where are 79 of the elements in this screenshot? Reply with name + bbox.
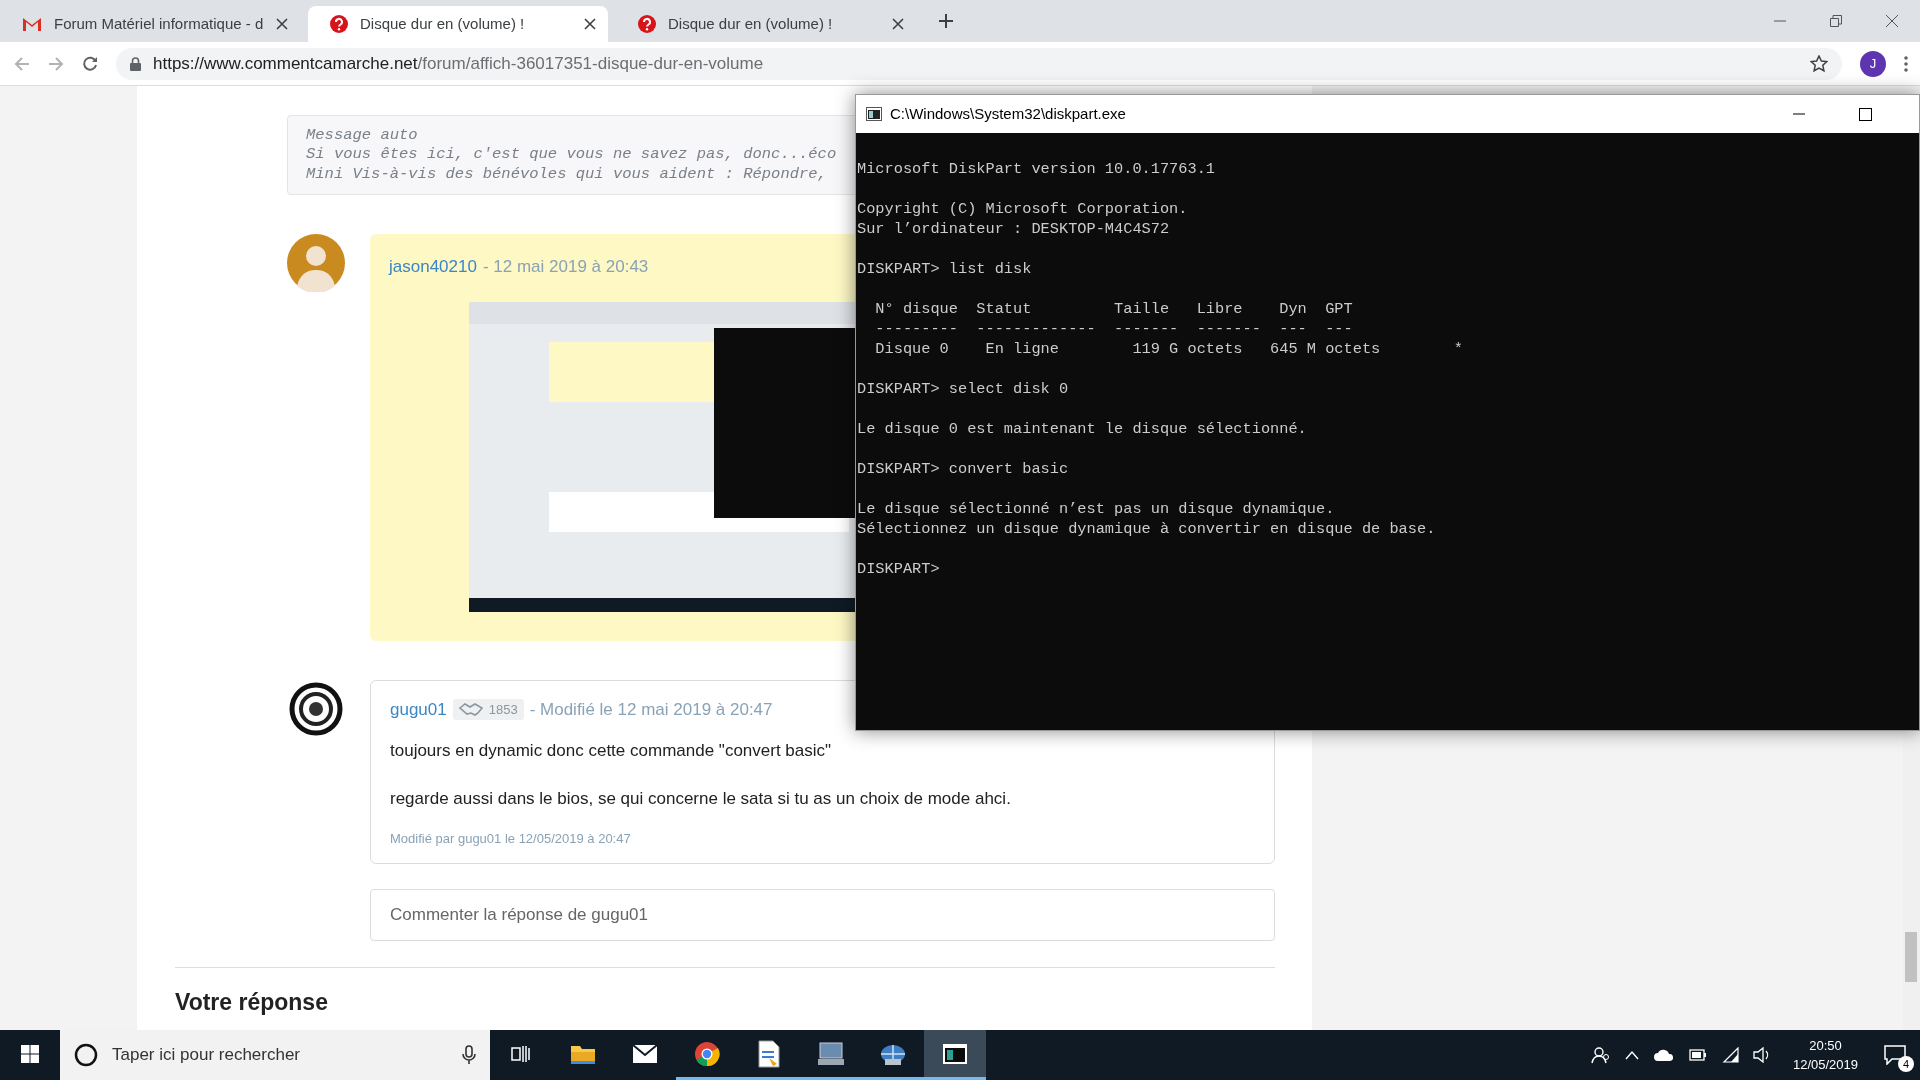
console-line: Sélectionnez un disque dynamique à convertir en disque de base.	[857, 519, 1437, 539]
author-link[interactable]: jason40210	[389, 254, 477, 280]
console-line: Disque 0 En ligne 119 G octets 645 M octets *	[874, 339, 1464, 359]
url-text: https://www.commentcamarche.net/forum/affich-36017351-disque-dur-en-volume	[153, 52, 764, 75]
edit-note: Modifié par gugu01 le 12/05/2019 à 20:47	[390, 830, 632, 849]
tab-title: Forum Matériel informatique - d	[54, 13, 264, 34]
console-line: Le disque 0 est maintenant le disque sélectionné.	[857, 419, 1308, 439]
monitor-icon	[817, 1040, 845, 1067]
menu-button[interactable]	[1904, 55, 1908, 72]
maximize-icon	[1858, 107, 1872, 121]
close-icon[interactable]	[892, 18, 904, 30]
console-line: Sur l’ordinateur : DESKTOP-M4C4S72	[857, 219, 1171, 239]
close-icon[interactable]	[584, 18, 596, 30]
post-date: - Modifié le 12 mai 2019 à 20:47	[529, 698, 773, 721]
question-icon	[330, 15, 348, 33]
cloud-icon[interactable]	[1652, 1048, 1675, 1062]
reload-icon	[82, 55, 98, 72]
console-line: DISKPART> list disk	[857, 259, 1033, 279]
clock-time: 20:50	[1809, 1036, 1842, 1055]
tab-title: Disque dur en (volume) !	[668, 13, 834, 34]
question-icon	[638, 15, 656, 33]
close-icon	[1886, 15, 1898, 27]
console-line: DISKPART> convert basic	[857, 459, 1070, 479]
profile-avatar[interactable]: J	[1860, 50, 1886, 77]
clock-date: 12/05/2019	[1792, 1056, 1858, 1074]
console-icon	[942, 1042, 968, 1065]
notification-badge: 4	[1898, 1056, 1914, 1072]
battery-icon[interactable]	[1688, 1049, 1707, 1061]
post-paragraph: regarde aussi dans le bios, se qui concerne le sata si tu as un choix de mode ahci.	[390, 787, 1012, 810]
circle-logo-icon	[694, 1040, 720, 1067]
people-icon[interactable]	[1590, 1046, 1611, 1064]
mail-icon	[22, 16, 42, 32]
browser-tab[interactable]: Disque dur en (volume) !	[616, 6, 916, 42]
plus-icon	[938, 13, 954, 29]
console-line: DISKPART> select disk 0	[857, 379, 1070, 399]
window-title: C:\Windows\System32\diskpart.exe	[890, 103, 1127, 124]
browser-tab[interactable]: Forum Matériel informatique - d	[0, 6, 300, 42]
section-heading: Votre réponse	[175, 988, 329, 1017]
avatar	[287, 234, 345, 293]
clock[interactable]: 20:50 12/05/2019	[1784, 1035, 1866, 1075]
close-icon[interactable]	[276, 18, 288, 30]
new-tab-button[interactable]	[938, 13, 954, 29]
code-line: Mini Vis-à-vis des bénévoles qui vous aident : Répondre,	[306, 164, 827, 185]
post-date: - 12 mai 2019 à 20:43	[482, 256, 649, 279]
star-icon[interactable]	[1810, 54, 1828, 73]
microphone-icon	[462, 1045, 476, 1065]
forward-arrow-icon	[48, 55, 64, 72]
post-paragraph: toujours en dynamic donc cette commande "convert basic"	[390, 740, 833, 763]
console-line: Le disque sélectionné n’est pas un disque dynamique.	[857, 499, 1336, 519]
console-line: Microsoft DiskPart version 10.0.17763.1	[857, 159, 1216, 179]
windows-logo-icon	[21, 1044, 39, 1063]
document-icon	[757, 1039, 781, 1068]
restore-icon	[1830, 15, 1842, 27]
code-line: Si vous êtes ici, c'est que vous ne savez pas, donc...éco	[306, 145, 837, 165]
console-line: N° disque Statut Taille Libre Dyn GPT	[874, 299, 1354, 319]
tab-title: Disque dur en (volume) !	[360, 13, 526, 34]
console-line: --------- ------------- ------- ------- --- ---	[874, 319, 1354, 339]
comment-field[interactable]: Commenter la réponse de gugu01	[370, 888, 1275, 941]
lock-icon	[130, 56, 141, 71]
envelope-icon	[632, 1043, 658, 1064]
author-link[interactable]: gugu01	[390, 696, 447, 723]
address-bar[interactable]: https://www.commentcamarche.net/forum/affich-36017351-disque-dur-en-volume	[116, 47, 1842, 80]
taskbar-search-box[interactable]: Taper ici pour rechercher	[60, 1030, 490, 1080]
volume-icon[interactable]	[1752, 1047, 1771, 1063]
chevron-up-icon[interactable]	[1624, 1050, 1639, 1060]
minimize-icon	[1793, 113, 1805, 115]
browser-tab[interactable]: Disque dur en (volume) !	[308, 6, 608, 42]
code-line: Message auto	[306, 126, 418, 146]
back-arrow-icon	[14, 55, 30, 72]
reputation-count: 1853	[488, 700, 518, 719]
circle-icon	[74, 1043, 98, 1067]
console-line: Copyright (C) Microsoft Corporation.	[857, 199, 1189, 219]
console-line: DISKPART>	[857, 559, 941, 579]
task-view-icon	[511, 1044, 531, 1063]
console-icon	[866, 107, 882, 121]
taskbar-app[interactable]	[924, 1030, 986, 1080]
reload-button[interactable]	[82, 55, 98, 72]
search-placeholder: Taper ici pour rechercher	[112, 1044, 302, 1067]
menu-icon	[1904, 55, 1908, 72]
